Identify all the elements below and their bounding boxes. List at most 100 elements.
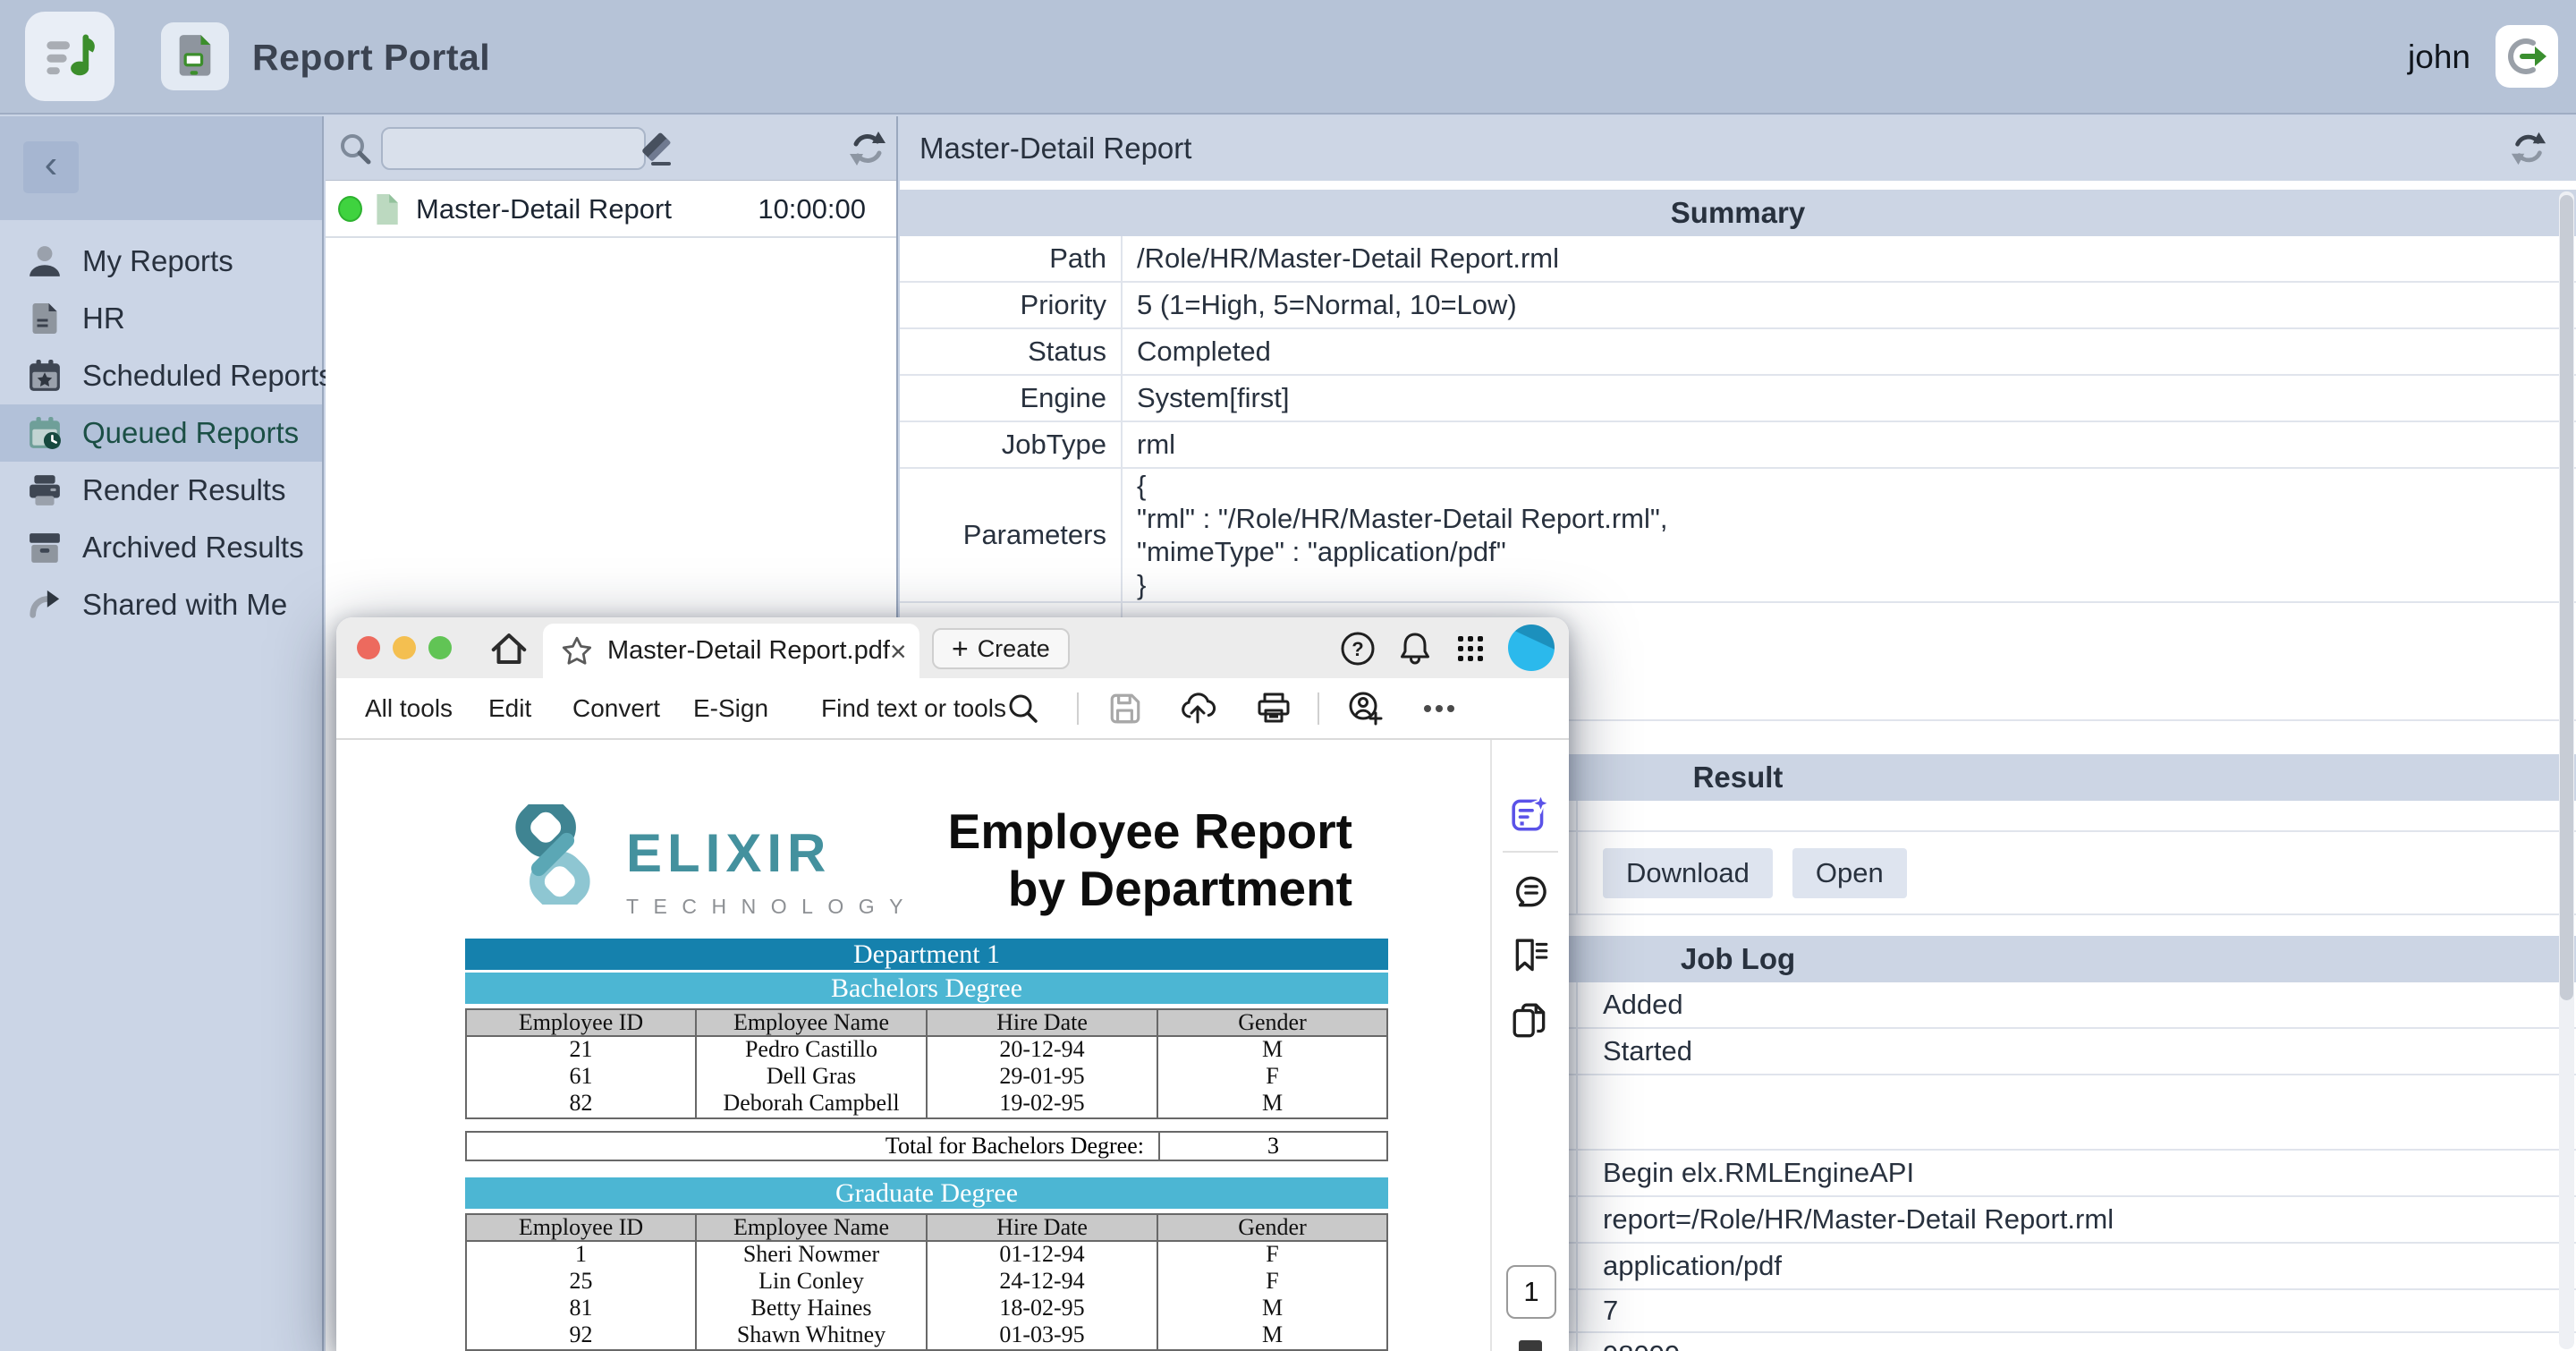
toolbar-separator <box>1318 692 1319 725</box>
pages-copy-icon[interactable] <box>1510 1000 1551 1041</box>
report-portal-app: Report Portal john ‹ My Report <box>0 0 2576 1351</box>
column-header: Employee ID <box>467 1215 695 1240</box>
document-title-line2: by Department <box>948 860 1352 917</box>
edit-menu[interactable]: Edit <box>488 678 531 738</box>
comments-icon[interactable] <box>1510 871 1551 912</box>
app-header: Report Portal john <box>0 0 2576 115</box>
sidebar-item-label: Render Results <box>82 473 285 507</box>
summary-header-label: Summary <box>1671 196 1805 230</box>
sidebar-item-label: Queued Reports <box>82 416 299 450</box>
report-document-icon <box>175 33 215 80</box>
window-minimize-button[interactable] <box>393 636 416 659</box>
sidebar-item-hr[interactable]: HR <box>0 290 322 347</box>
summary-label: Path <box>900 236 1121 281</box>
search-icon <box>338 132 374 167</box>
print-icon[interactable] <box>1255 690 1292 727</box>
summary-row-parameters: Parameters { "rml" : "/Role/HR/Master-De… <box>900 469 2576 603</box>
home-button[interactable] <box>488 628 530 669</box>
create-button[interactable]: + Create <box>932 628 1070 669</box>
printer-icon <box>27 472 63 508</box>
sidebar-item-scheduled-reports[interactable]: Scheduled Reports <box>0 347 322 404</box>
pdf-toolbar: All tools Edit Convert E-Sign Find text … <box>336 678 1569 740</box>
report-name: Master-Detail Report <box>416 193 672 225</box>
logout-button[interactable] <box>2496 25 2558 88</box>
elixir-logo-subtext: TECHNOLOGY <box>626 895 918 919</box>
notifications-bell-icon[interactable] <box>1395 628 1436 669</box>
column-header: Employee Name <box>695 1010 926 1035</box>
window-close-button[interactable] <box>357 636 380 659</box>
user-avatar[interactable] <box>1508 625 1555 671</box>
list-refresh-button[interactable] <box>848 129 887 168</box>
convert-menu[interactable]: Convert <box>572 678 660 738</box>
all-tools-menu[interactable]: All tools <box>365 678 453 738</box>
clear-search-button[interactable] <box>637 129 678 170</box>
sidebar-item-shared-with-me[interactable]: Shared with Me <box>0 576 322 633</box>
find-search-icon[interactable] <box>1005 690 1043 727</box>
report-portal-app-icon[interactable] <box>161 22 229 90</box>
star-icon[interactable] <box>561 635 593 667</box>
elixir-logo-mark-icon <box>503 804 603 919</box>
column-header: Hire Date <box>926 1010 1157 1035</box>
sidebar-item-render-results[interactable]: Render Results <box>0 462 322 519</box>
ai-assistant-icon[interactable] <box>1510 794 1551 835</box>
job-log-value <box>1576 1075 2576 1149</box>
window-maximize-button[interactable] <box>428 636 452 659</box>
pdf-right-rail <box>1490 740 1569 1351</box>
summary-row-priority: Priority 5 (1=High, 5=Normal, 10=Low) <box>900 283 2576 329</box>
pdf-tabstrip: Master-Detail Report.pdf × + Create ? <box>336 617 1569 678</box>
column-header: Employee Name <box>695 1215 926 1240</box>
search-input[interactable] <box>381 127 646 170</box>
save-icon[interactable] <box>1107 690 1145 727</box>
scrollbar-thumb[interactable] <box>2560 195 2573 1000</box>
portal-logo[interactable] <box>25 12 114 101</box>
detail-title: Master-Detail Report <box>919 116 1191 181</box>
report-search-bar <box>326 116 896 181</box>
cloud-upload-icon[interactable] <box>1179 690 1216 727</box>
detail-scrollbar[interactable] <box>2559 191 2574 1349</box>
plus-icon: + <box>952 634 969 663</box>
logout-icon <box>2505 35 2548 78</box>
tab-close-icon[interactable]: × <box>890 637 907 666</box>
add-user-icon[interactable] <box>1347 690 1385 727</box>
pdf-document-page: ELIXIR TECHNOLOGY Employee Report by Dep… <box>336 740 1488 1351</box>
help-button[interactable]: ? <box>1338 628 1379 669</box>
pdf-document-tab[interactable]: Master-Detail Report.pdf × <box>543 624 919 678</box>
user-icon <box>27 243 63 279</box>
summary-label: JobType <box>900 422 1121 467</box>
page-number-input[interactable] <box>1506 1265 1556 1319</box>
sidebar-collapse-button[interactable]: ‹ <box>23 141 79 193</box>
bookmarks-icon[interactable] <box>1510 936 1551 977</box>
download-button[interactable]: Download <box>1603 848 1773 898</box>
share-icon <box>27 587 63 623</box>
sidebar-item-archived-results[interactable]: Archived Results <box>0 519 322 576</box>
more-options-icon[interactable] <box>1416 690 1466 727</box>
find-text-button[interactable]: Find text or tools <box>821 678 1006 738</box>
employee-report-table: Department 1 Bachelors Degree Employee I… <box>465 939 1388 1351</box>
chevron-left-icon: ‹ <box>45 145 58 184</box>
sidebar-item-queued-reports[interactable]: Queued Reports <box>0 404 322 462</box>
table-row: 81 Betty Haines 18-02-95 M <box>467 1296 1386 1322</box>
status-dot-icon <box>338 196 362 222</box>
apps-grid-icon[interactable] <box>1451 628 1492 669</box>
column-header: Employee ID <box>467 1010 695 1035</box>
summary-label: Parameters <box>900 469 1121 601</box>
summary-value: 5 (1=High, 5=Normal, 10=Low) <box>1121 283 2576 327</box>
sidebar-nav: My Reports HR Scheduled Reports Queued R… <box>0 233 322 633</box>
job-log-value: application/pdf <box>1576 1244 2576 1288</box>
document-icon <box>27 301 63 336</box>
table-row: 82 Deborah Campbell 19-02-95 M <box>467 1091 1386 1117</box>
total-label: Total for Bachelors Degree: <box>467 1133 1158 1160</box>
pdf-body: ELIXIR TECHNOLOGY Employee Report by Dep… <box>336 740 1569 1351</box>
detail-refresh-button[interactable] <box>2510 129 2549 168</box>
summary-label: Engine <box>900 376 1121 421</box>
sidebar-item-label: Scheduled Reports <box>82 359 334 393</box>
esign-menu[interactable]: E-Sign <box>693 678 768 738</box>
page-title: Report Portal <box>252 0 490 115</box>
report-list-item[interactable]: Master-Detail Report 10:00:00 <box>326 182 896 238</box>
sidebar-item-my-reports[interactable]: My Reports <box>0 233 322 290</box>
create-button-label: Create <box>978 635 1050 663</box>
summary-section-header: Summary <box>900 190 2576 236</box>
summary-value: Completed <box>1121 329 2576 374</box>
elixir-logo-text: ELIXIR <box>626 822 918 884</box>
open-button[interactable]: Open <box>1792 848 1907 898</box>
